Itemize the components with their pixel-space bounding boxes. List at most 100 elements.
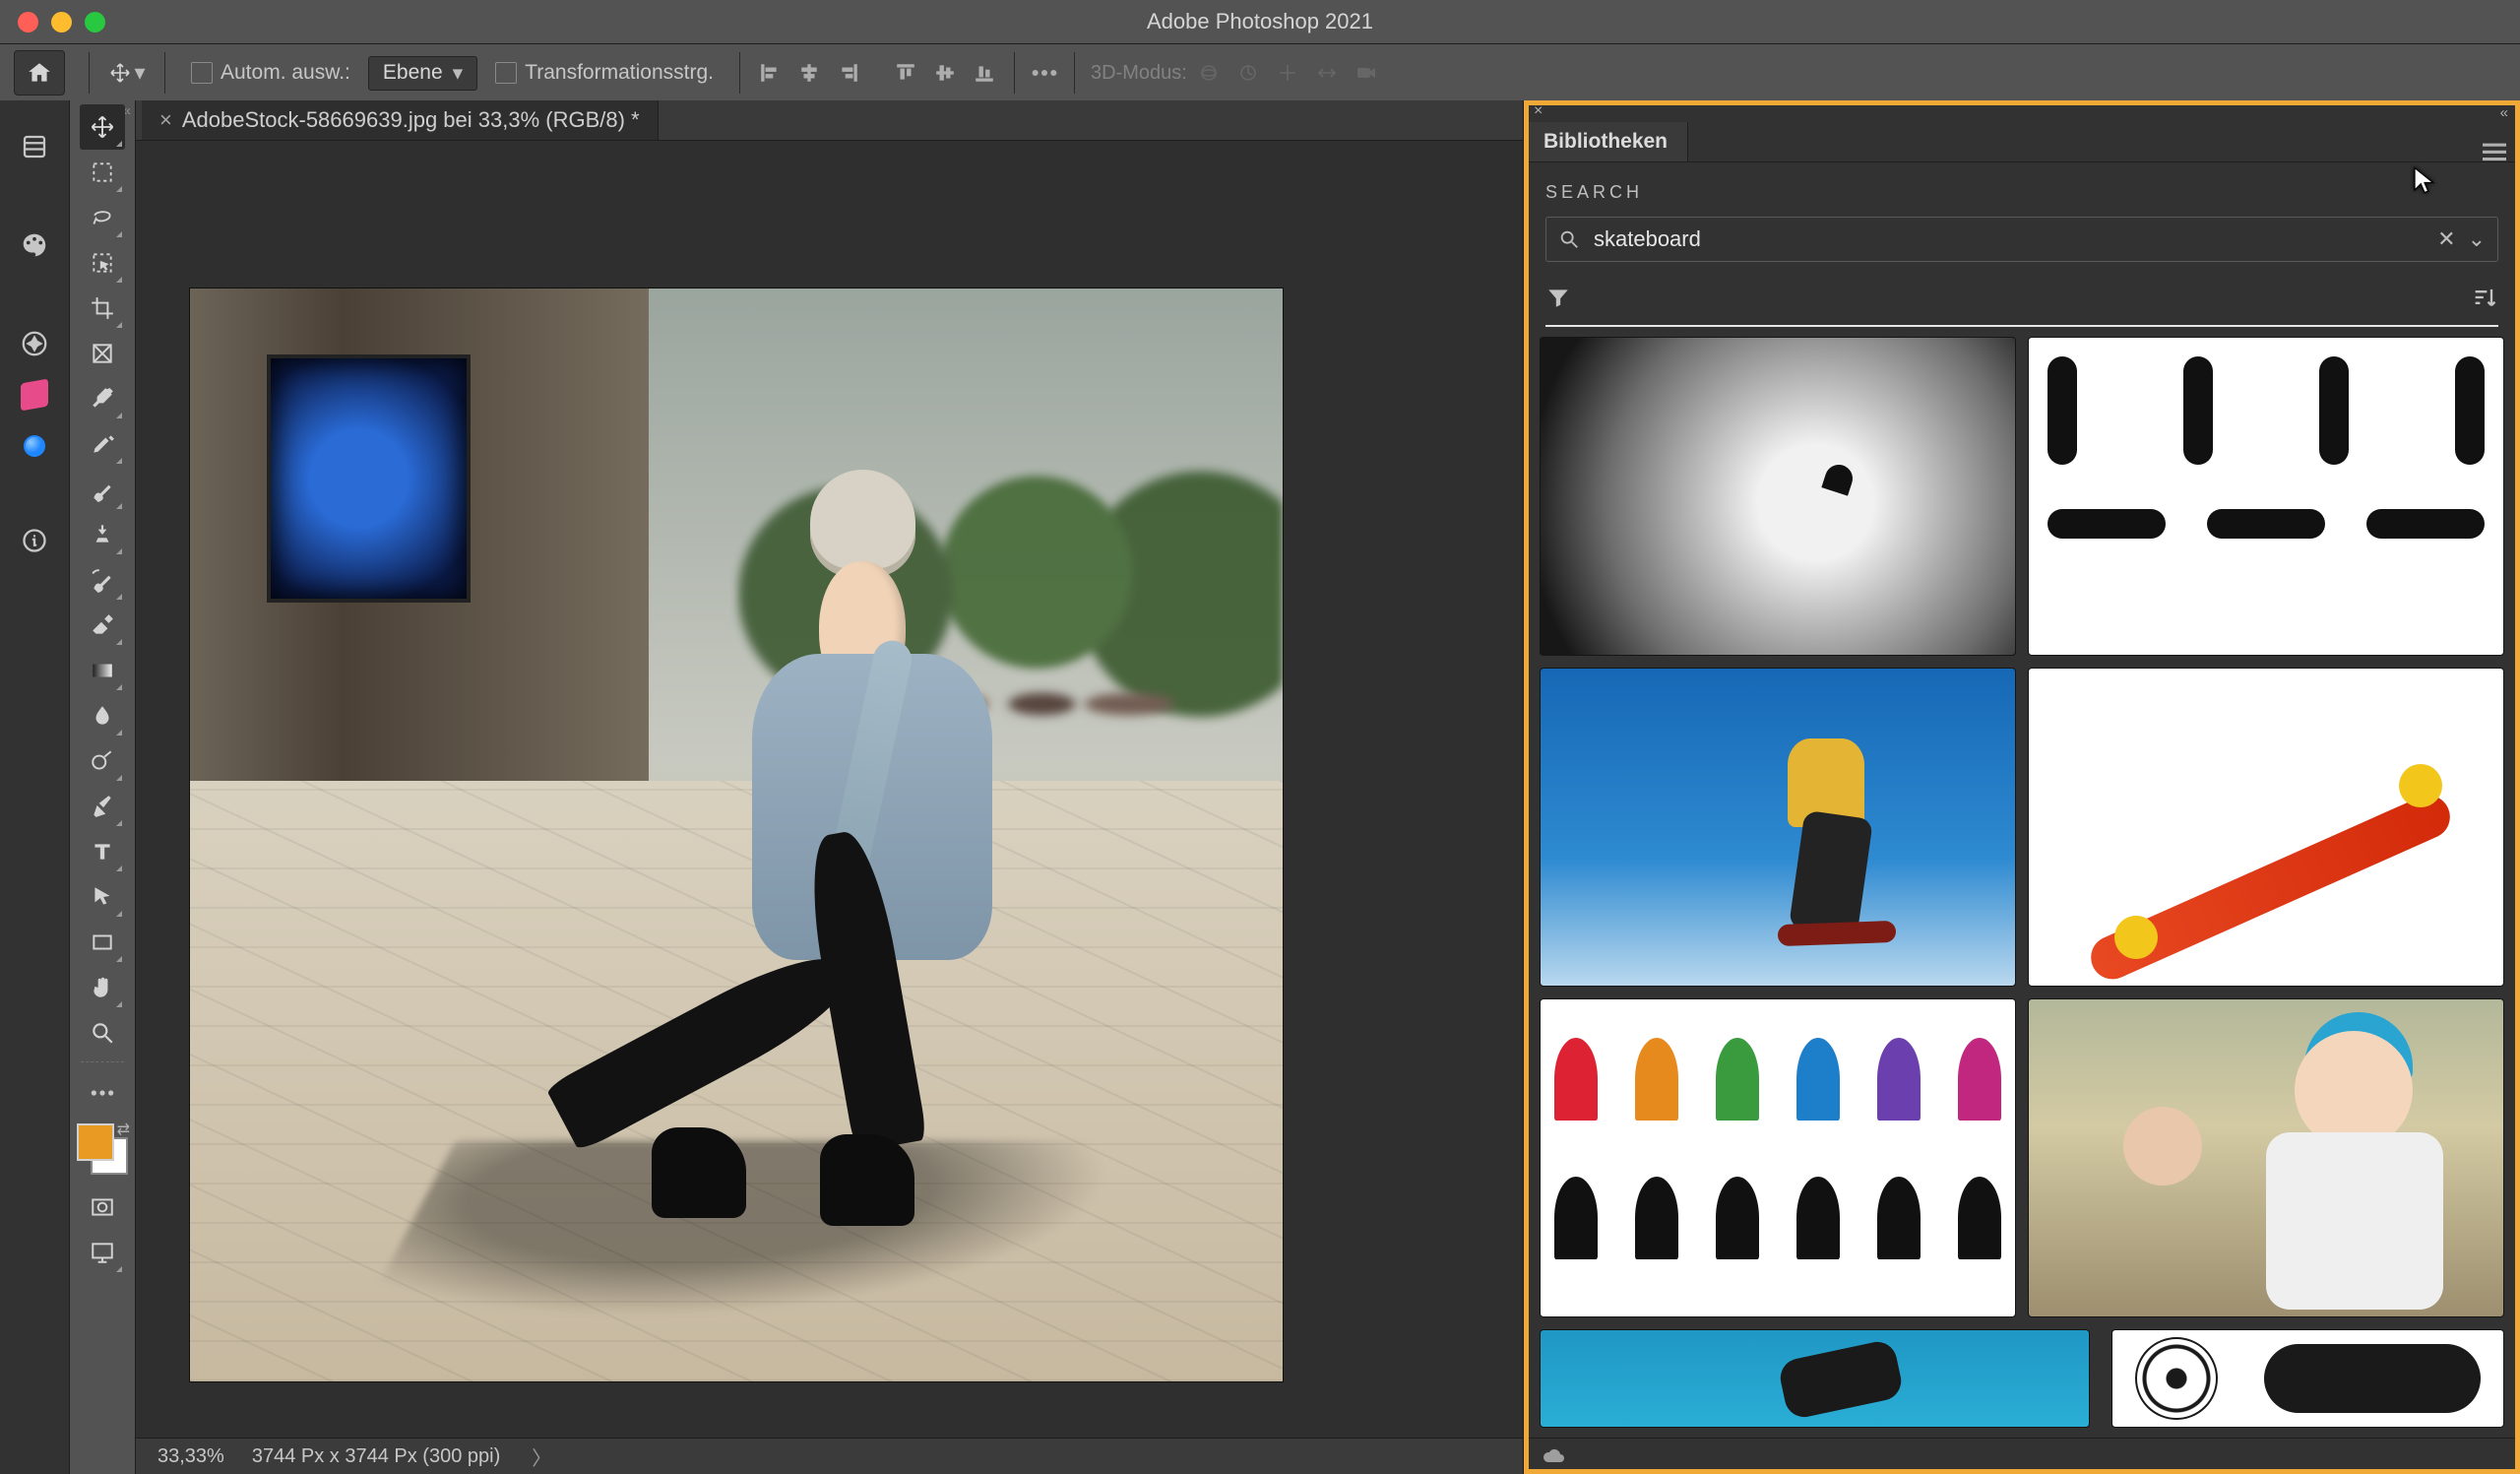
auto-select-label: Autom. ausw.: bbox=[220, 61, 350, 85]
brush-tool[interactable] bbox=[80, 467, 125, 512]
edit-toolbar-button[interactable] bbox=[80, 1070, 125, 1116]
align-horizontal-group bbox=[756, 59, 862, 87]
dodge-tool[interactable] bbox=[80, 738, 125, 784]
search-scope-dropdown-icon[interactable]: ⌄ bbox=[2468, 226, 2486, 252]
object-selection-tool[interactable] bbox=[80, 240, 125, 286]
path-selection-tool[interactable] bbox=[80, 874, 125, 920]
close-window-button[interactable] bbox=[18, 12, 38, 32]
move-tool-indicator-icon[interactable]: ▾ bbox=[105, 56, 149, 90]
zoom-window-button[interactable] bbox=[85, 12, 105, 32]
status-more-icon[interactable]: 〉 bbox=[532, 1442, 551, 1471]
crop-tool[interactable] bbox=[80, 286, 125, 331]
color-swatches[interactable]: ⇄ bbox=[77, 1123, 128, 1175]
libraries-panel: × « Bibliotheken SEARCH ✕ ⌄ bbox=[1523, 100, 2520, 1474]
plugin-panel-icon[interactable] bbox=[18, 378, 51, 412]
quick-mask-toggle[interactable] bbox=[80, 1185, 125, 1230]
result-thumbnail[interactable] bbox=[1540, 668, 2016, 987]
result-thumbnail[interactable] bbox=[2028, 998, 2504, 1317]
canvas-viewport[interactable] bbox=[136, 141, 1523, 1438]
align-vcenter-icon[interactable] bbox=[931, 59, 959, 87]
zoom-tool[interactable] bbox=[80, 1010, 125, 1056]
history-brush-tool[interactable] bbox=[80, 557, 125, 603]
move-tool[interactable] bbox=[80, 104, 125, 150]
history-panel-icon[interactable] bbox=[18, 130, 51, 163]
status-dimensions[interactable]: 3744 Px x 3744 Px (300 ppi) bbox=[252, 1445, 500, 1468]
home-button[interactable] bbox=[14, 50, 65, 96]
libraries-panel-shortcut-icon[interactable] bbox=[18, 429, 51, 463]
minimize-window-button[interactable] bbox=[51, 12, 72, 32]
search-icon bbox=[1558, 228, 1580, 250]
screen-mode-toggle[interactable] bbox=[80, 1230, 125, 1275]
clone-stamp-tool[interactable] bbox=[80, 512, 125, 557]
panel-close-icon[interactable]: × bbox=[1534, 102, 1543, 120]
search-section-label: SEARCH bbox=[1545, 182, 2498, 203]
align-bottom-icon[interactable] bbox=[971, 59, 998, 87]
result-thumbnail[interactable] bbox=[1540, 998, 2016, 1317]
color-panel-icon[interactable] bbox=[18, 228, 51, 262]
orbit-3d-icon bbox=[1195, 59, 1223, 87]
clear-search-icon[interactable]: ✕ bbox=[2437, 226, 2455, 252]
more-options-icon[interactable] bbox=[1031, 59, 1058, 87]
result-thumbnail[interactable] bbox=[2028, 337, 2504, 656]
document-area: × AdobeStock-58669639.jpg bei 33,3% (RGB… bbox=[136, 100, 1523, 1474]
close-tab-icon[interactable]: × bbox=[159, 107, 172, 133]
align-vertical-group bbox=[892, 59, 998, 87]
collapsed-panel-strip: » bbox=[0, 100, 70, 1474]
align-left-icon[interactable] bbox=[756, 59, 784, 87]
mode-3d-tools bbox=[1195, 59, 1380, 87]
result-thumbnail[interactable] bbox=[2028, 668, 2504, 987]
frame-tool[interactable] bbox=[80, 331, 125, 376]
marquee-tool[interactable] bbox=[80, 150, 125, 195]
pen-tool[interactable] bbox=[80, 784, 125, 829]
blur-tool[interactable] bbox=[80, 693, 125, 738]
auto-select-checkbox[interactable]: Autom. ausw.: bbox=[191, 61, 350, 85]
panel-collapse-icon[interactable]: « bbox=[2500, 104, 2508, 121]
healing-brush-tool[interactable] bbox=[80, 421, 125, 467]
document-tab[interactable]: × AdobeStock-58669639.jpg bei 33,3% (RGB… bbox=[142, 100, 659, 140]
result-thumbnail[interactable] bbox=[2111, 1329, 2504, 1428]
align-hcenter-icon[interactable] bbox=[795, 59, 823, 87]
app-title: Adobe Photoshop 2021 bbox=[0, 9, 2520, 34]
options-bar: ▾ Autom. ausw.: Ebene ▾ Transformationss… bbox=[0, 44, 2520, 102]
align-top-icon[interactable] bbox=[892, 59, 919, 87]
navigator-panel-icon[interactable] bbox=[18, 327, 51, 360]
hand-tool[interactable] bbox=[80, 965, 125, 1010]
align-right-icon[interactable] bbox=[835, 59, 862, 87]
transform-controls-label: Transformationsstrg. bbox=[525, 61, 714, 85]
foreground-color-swatch[interactable] bbox=[77, 1123, 114, 1161]
panel-footer bbox=[1524, 1438, 2520, 1474]
library-search-input[interactable] bbox=[1592, 225, 2426, 253]
camera-3d-icon bbox=[1353, 59, 1380, 87]
library-search-field[interactable]: ✕ ⌄ bbox=[1545, 217, 2498, 262]
document-canvas[interactable] bbox=[190, 288, 1283, 1381]
result-thumbnail[interactable] bbox=[1540, 1329, 2090, 1428]
document-tabbar: × AdobeStock-58669639.jpg bei 33,3% (RGB… bbox=[136, 100, 1523, 141]
type-tool[interactable] bbox=[80, 829, 125, 874]
lasso-tool[interactable] bbox=[80, 195, 125, 240]
document-tab-title: AdobeStock-58669639.jpg bei 33,3% (RGB/8… bbox=[182, 107, 640, 133]
eraser-tool[interactable] bbox=[80, 603, 125, 648]
sort-icon[interactable] bbox=[2471, 284, 2498, 311]
roll-3d-icon bbox=[1234, 59, 1262, 87]
auto-select-target-dropdown[interactable]: Ebene ▾ bbox=[368, 56, 477, 91]
pan-3d-icon bbox=[1274, 59, 1301, 87]
info-panel-icon[interactable] bbox=[18, 524, 51, 557]
libraries-tab[interactable]: Bibliotheken bbox=[1524, 122, 1688, 161]
cloud-sync-icon[interactable] bbox=[1542, 1444, 1565, 1468]
panel-menu-icon[interactable] bbox=[2483, 142, 2520, 161]
gradient-tool[interactable] bbox=[80, 648, 125, 693]
result-thumbnail[interactable] bbox=[1540, 337, 2016, 656]
tools-panel: « bbox=[70, 100, 136, 1474]
macos-traffic-lights bbox=[0, 12, 105, 32]
status-zoom[interactable]: 33,33% bbox=[158, 1445, 224, 1468]
cursor-icon bbox=[2412, 165, 2437, 195]
slide-3d-icon bbox=[1313, 59, 1341, 87]
window-titlebar: Adobe Photoshop 2021 bbox=[0, 0, 2520, 44]
filter-icon[interactable] bbox=[1545, 285, 1571, 310]
eyedropper-tool[interactable] bbox=[80, 376, 125, 421]
search-results[interactable] bbox=[1524, 337, 2520, 1438]
swap-colors-icon[interactable]: ⇄ bbox=[117, 1120, 130, 1139]
transform-controls-checkbox[interactable]: Transformationsstrg. bbox=[495, 61, 714, 85]
rectangle-tool[interactable] bbox=[80, 920, 125, 965]
filter-underline bbox=[1545, 325, 2498, 327]
